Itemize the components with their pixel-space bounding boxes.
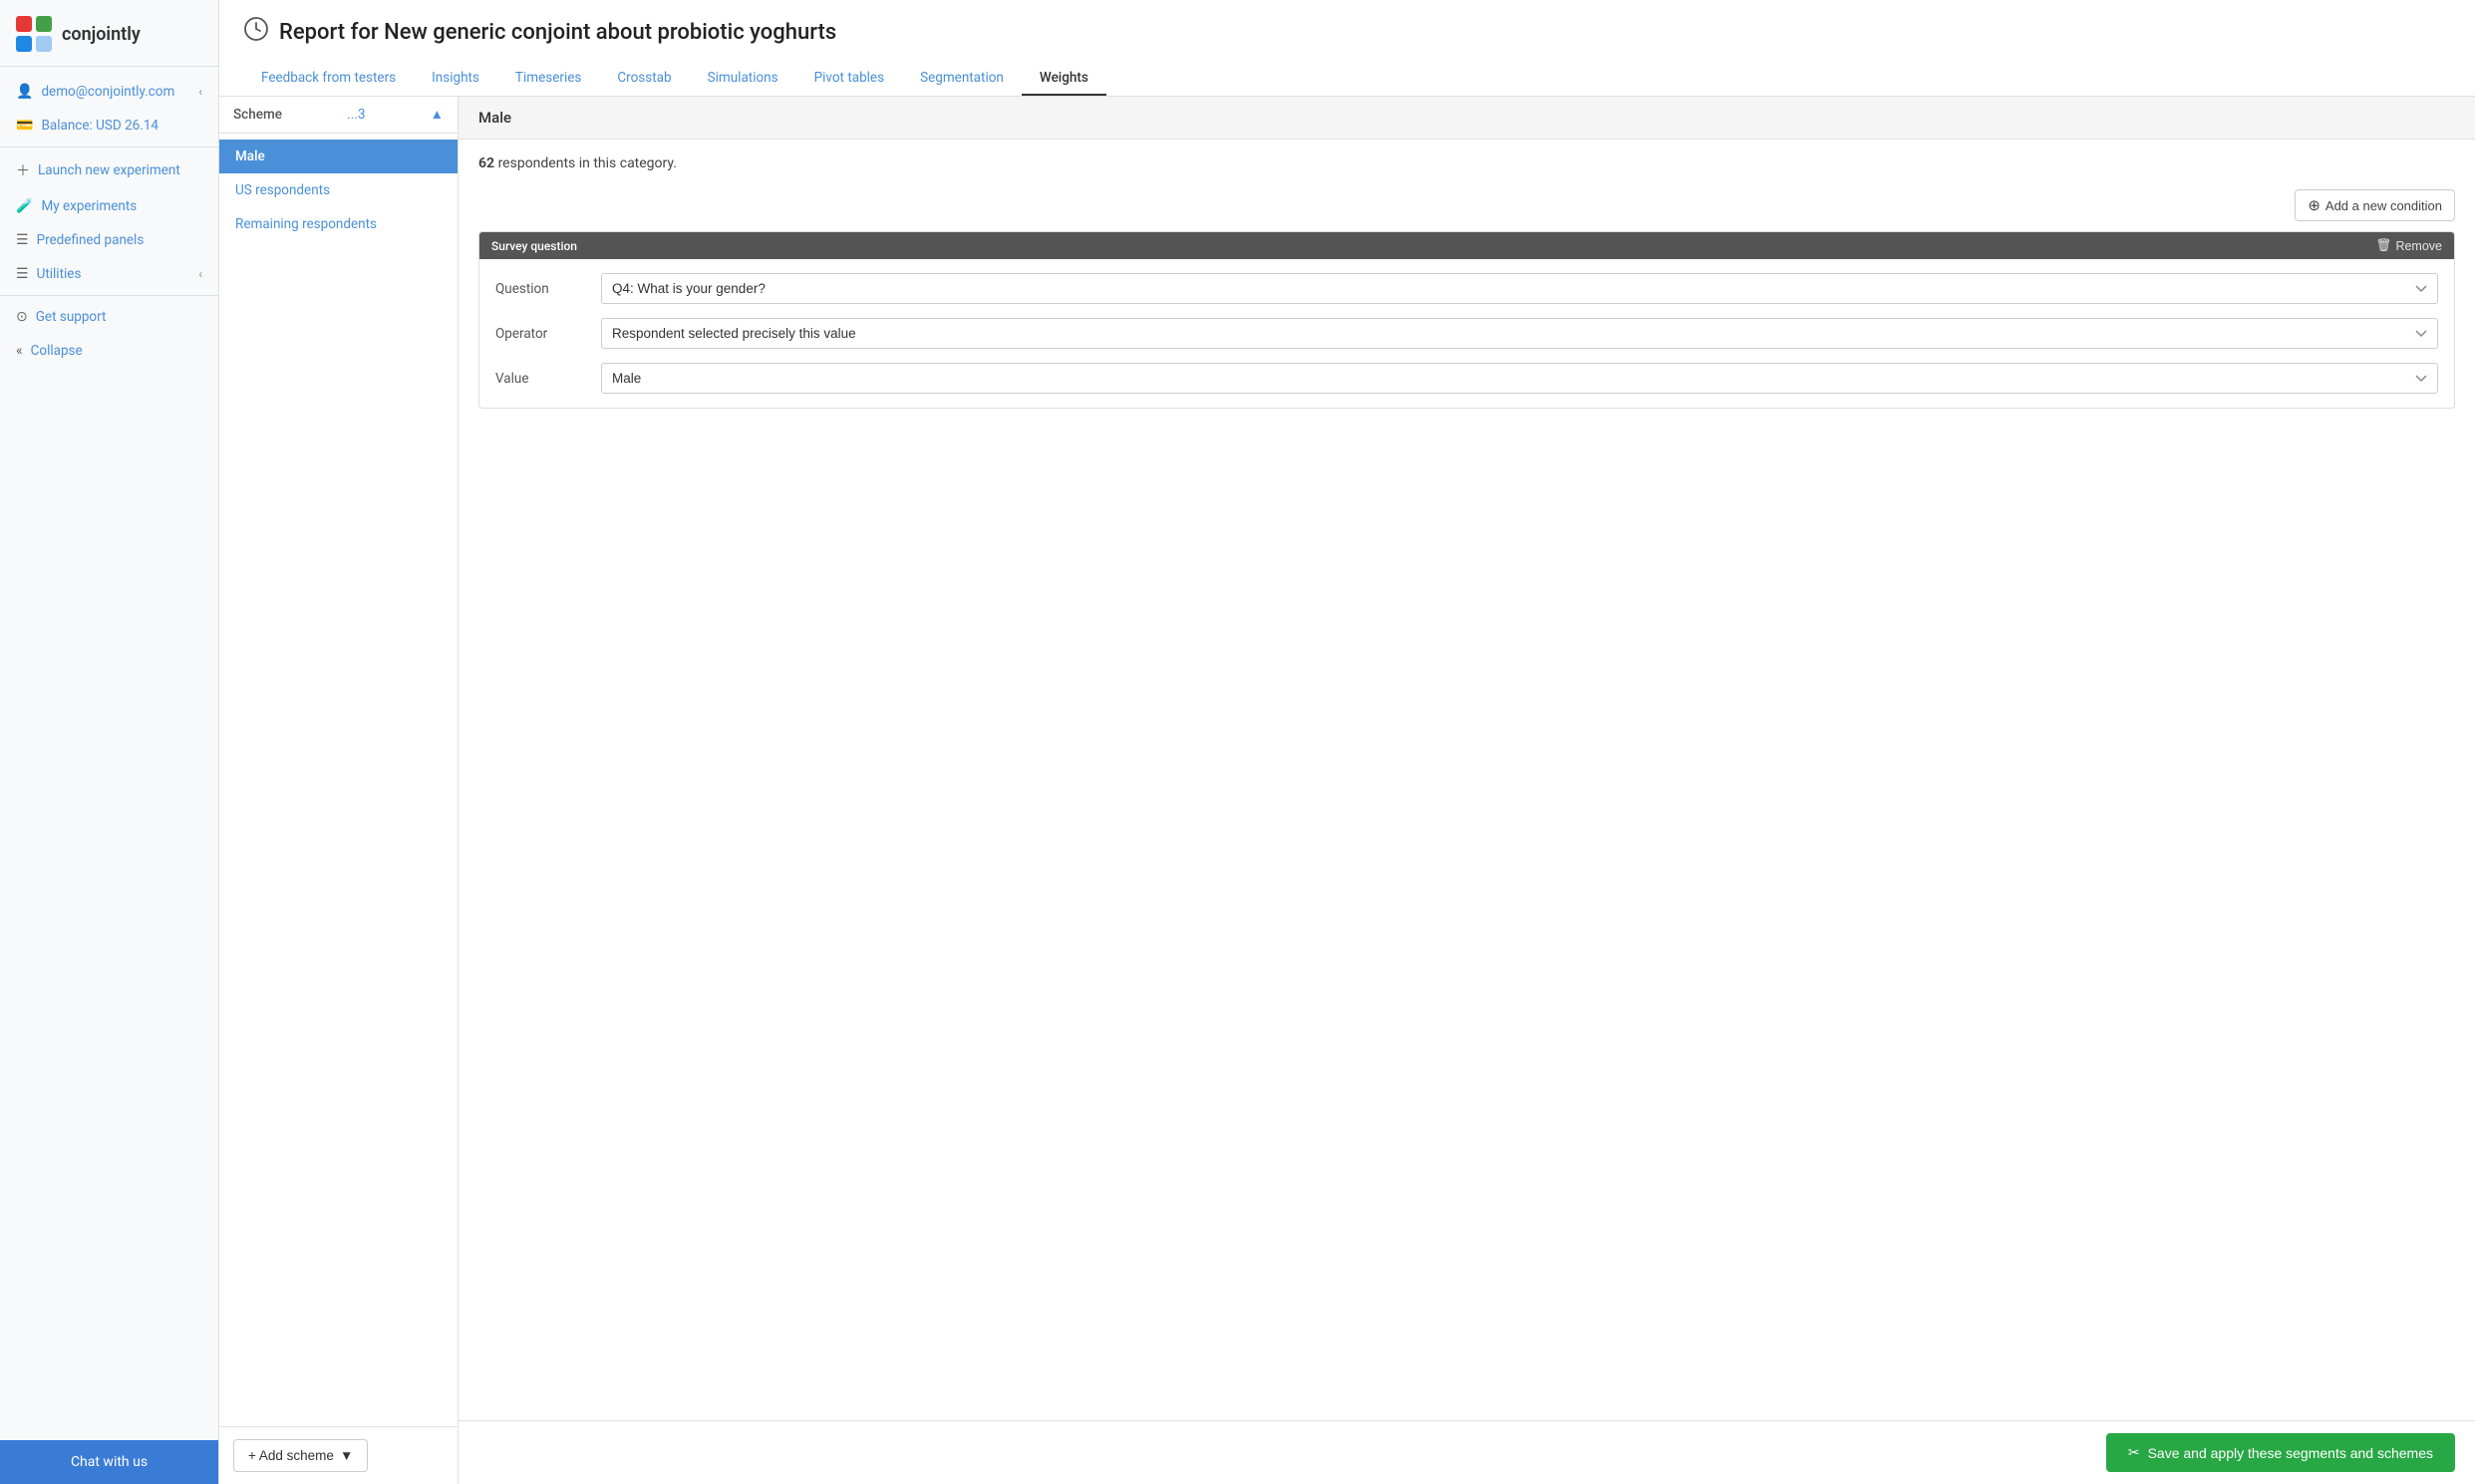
sidebar-item-user-label: demo@conjointly.com <box>41 84 174 100</box>
question-label: Question <box>495 281 585 297</box>
page-title: Report for New generic conjoint about pr… <box>279 20 836 45</box>
conjointly-logo-icon <box>16 16 52 52</box>
add-condition-button[interactable]: ⊕ Add a new condition <box>2295 189 2455 221</box>
sidebar-item-collapse-label: Collapse <box>31 343 83 359</box>
sidebar-divider-2 <box>0 295 218 296</box>
add-icon: ⊕ <box>2308 196 2320 214</box>
sidebar-item-launch-label: Launch new experiment <box>38 162 180 178</box>
segment-body: 62 respondents in this category. ⊕ Add a… <box>459 140 2475 1420</box>
sidebar-item-utilities[interactable]: ☰ Utilities ‹ <box>0 257 218 291</box>
page-title-row: Report for New generic conjoint about pr… <box>243 16 2451 48</box>
utilities-chevron-icon: ‹ <box>198 267 202 281</box>
save-apply-button[interactable]: ✂ Save and apply these segments and sche… <box>2106 1433 2455 1472</box>
sidebar-item-collapse[interactable]: « Collapse <box>0 334 218 368</box>
tab-insights[interactable]: Insights <box>414 62 497 96</box>
operator-field-row: Operator Respondent selected precisely t… <box>495 318 2438 349</box>
scheme-nav-item-male[interactable]: Male <box>219 140 458 173</box>
chat-label: Chat with us <box>71 1454 148 1470</box>
segment-details-panel: Male 62 respondents in this category. ⊕ … <box>459 97 2475 1484</box>
footer-bar: ✂ Save and apply these segments and sche… <box>459 1420 2475 1484</box>
sidebar-item-support-label: Get support <box>36 309 107 325</box>
sidebar-item-experiments-label: My experiments <box>41 198 137 214</box>
sidebar-item-support[interactable]: ⊙ Get support <box>0 300 218 334</box>
add-condition-label: Add a new condition <box>2325 198 2442 213</box>
balance-icon: 💳 <box>16 118 33 134</box>
sidebar-item-panels-label: Predefined panels <box>37 232 145 248</box>
scheme-label: Scheme <box>233 107 282 123</box>
respondent-count: 62 respondents in this category. <box>478 155 2455 171</box>
chat-with-us-button[interactable]: Chat with us <box>0 1440 218 1484</box>
question-select[interactable]: Q4: What is your gender? <box>601 273 2438 304</box>
user-icon: 👤 <box>16 84 33 100</box>
sidebar-item-panels[interactable]: ☰ Predefined panels <box>0 223 218 257</box>
tab-weights[interactable]: Weights <box>1022 62 1106 96</box>
tab-feedback[interactable]: Feedback from testers <box>243 62 414 96</box>
respondent-number: 62 <box>478 155 494 171</box>
sidebar: conjointly 👤 demo@conjointly.com ‹ 💳 Bal… <box>0 0 219 1484</box>
content-area: Scheme ...3 ▲ Male US respondents Remain… <box>219 97 2475 1484</box>
question-field-row: Question Q4: What is your gender? <box>495 273 2438 304</box>
survey-question-block: Survey question 🗑 Remove Question Q4: Wh… <box>478 231 2455 409</box>
panel-icon: ☰ <box>16 232 29 248</box>
operator-select[interactable]: Respondent selected precisely this value <box>601 318 2438 349</box>
add-scheme-label: + Add scheme <box>248 1448 334 1463</box>
utilities-icon: ☰ <box>16 266 29 282</box>
sidebar-logo: conjointly <box>0 0 218 67</box>
value-label: Value <box>495 371 585 387</box>
collapse-icon: « <box>16 343 23 359</box>
scheme-nav-item-remaining[interactable]: Remaining respondents <box>219 207 458 241</box>
add-scheme-chevron-icon: ▼ <box>340 1448 353 1463</box>
scheme-chevron-icon: ▲ <box>431 107 444 123</box>
sidebar-item-experiments[interactable]: 🧪 My experiments <box>0 189 218 223</box>
segment-title-bar: Male <box>459 97 2475 140</box>
operator-label: Operator <box>495 326 585 342</box>
scheme-header[interactable]: Scheme ...3 ▲ <box>219 97 458 134</box>
scheme-bottom: + Add scheme ▼ <box>219 1426 458 1484</box>
sidebar-item-user[interactable]: 👤 demo@conjointly.com ‹ <box>0 75 218 109</box>
tab-segmentation[interactable]: Segmentation <box>902 62 1022 96</box>
remove-label: Remove <box>2395 239 2442 253</box>
sidebar-item-launch[interactable]: ＋ Launch new experiment <box>0 151 218 189</box>
scheme-panel: Scheme ...3 ▲ Male US respondents Remain… <box>219 97 459 1484</box>
support-icon: ⊙ <box>16 309 28 325</box>
add-scheme-button[interactable]: + Add scheme ▼ <box>233 1439 368 1472</box>
scheme-nav: Male US respondents Remaining respondent… <box>219 134 458 247</box>
survey-question-badge: Survey question <box>491 239 577 253</box>
flask-icon: 🧪 <box>16 198 33 214</box>
sidebar-item-balance[interactable]: 💳 Balance: USD 26.14 <box>0 109 218 143</box>
plus-icon: ＋ <box>16 160 30 180</box>
page-header: Report for New generic conjoint about pr… <box>219 0 2475 97</box>
report-icon <box>243 16 269 48</box>
sidebar-nav: 👤 demo@conjointly.com ‹ 💳 Balance: USD 2… <box>0 67 218 1440</box>
tab-pivot[interactable]: Pivot tables <box>796 62 902 96</box>
scheme-nav-item-us[interactable]: US respondents <box>219 173 458 207</box>
value-field-row: Value Male <box>495 363 2438 394</box>
sidebar-item-balance-label: Balance: USD 26.14 <box>41 118 158 134</box>
tab-simulations[interactable]: Simulations <box>690 62 796 96</box>
trash-icon: 🗑 <box>2376 238 2392 253</box>
save-icon: ✂ <box>2128 1444 2140 1461</box>
sidebar-item-utilities-label: Utilities <box>37 266 82 282</box>
survey-question-fields: Question Q4: What is your gender? Operat… <box>479 259 2454 408</box>
respondent-label: respondents in this category. <box>498 155 677 171</box>
remove-button[interactable]: 🗑 Remove <box>2376 238 2442 253</box>
condition-header-row: ⊕ Add a new condition <box>478 189 2455 221</box>
chevron-icon: ‹ <box>198 85 202 99</box>
save-label: Save and apply these segments and scheme… <box>2148 1445 2433 1461</box>
tab-timeseries[interactable]: Timeseries <box>497 62 599 96</box>
sidebar-logo-text: conjointly <box>62 24 141 45</box>
value-select[interactable]: Male <box>601 363 2438 394</box>
tab-crosstab[interactable]: Crosstab <box>599 62 689 96</box>
main-panel: Report for New generic conjoint about pr… <box>219 0 2475 1484</box>
segment-title: Male <box>478 109 511 127</box>
scheme-count: ...3 <box>347 107 365 123</box>
sidebar-divider-1 <box>0 147 218 148</box>
survey-question-label-bar: Survey question 🗑 Remove <box>479 232 2454 259</box>
tabs-row: Feedback from testers Insights Timeserie… <box>243 62 2451 96</box>
